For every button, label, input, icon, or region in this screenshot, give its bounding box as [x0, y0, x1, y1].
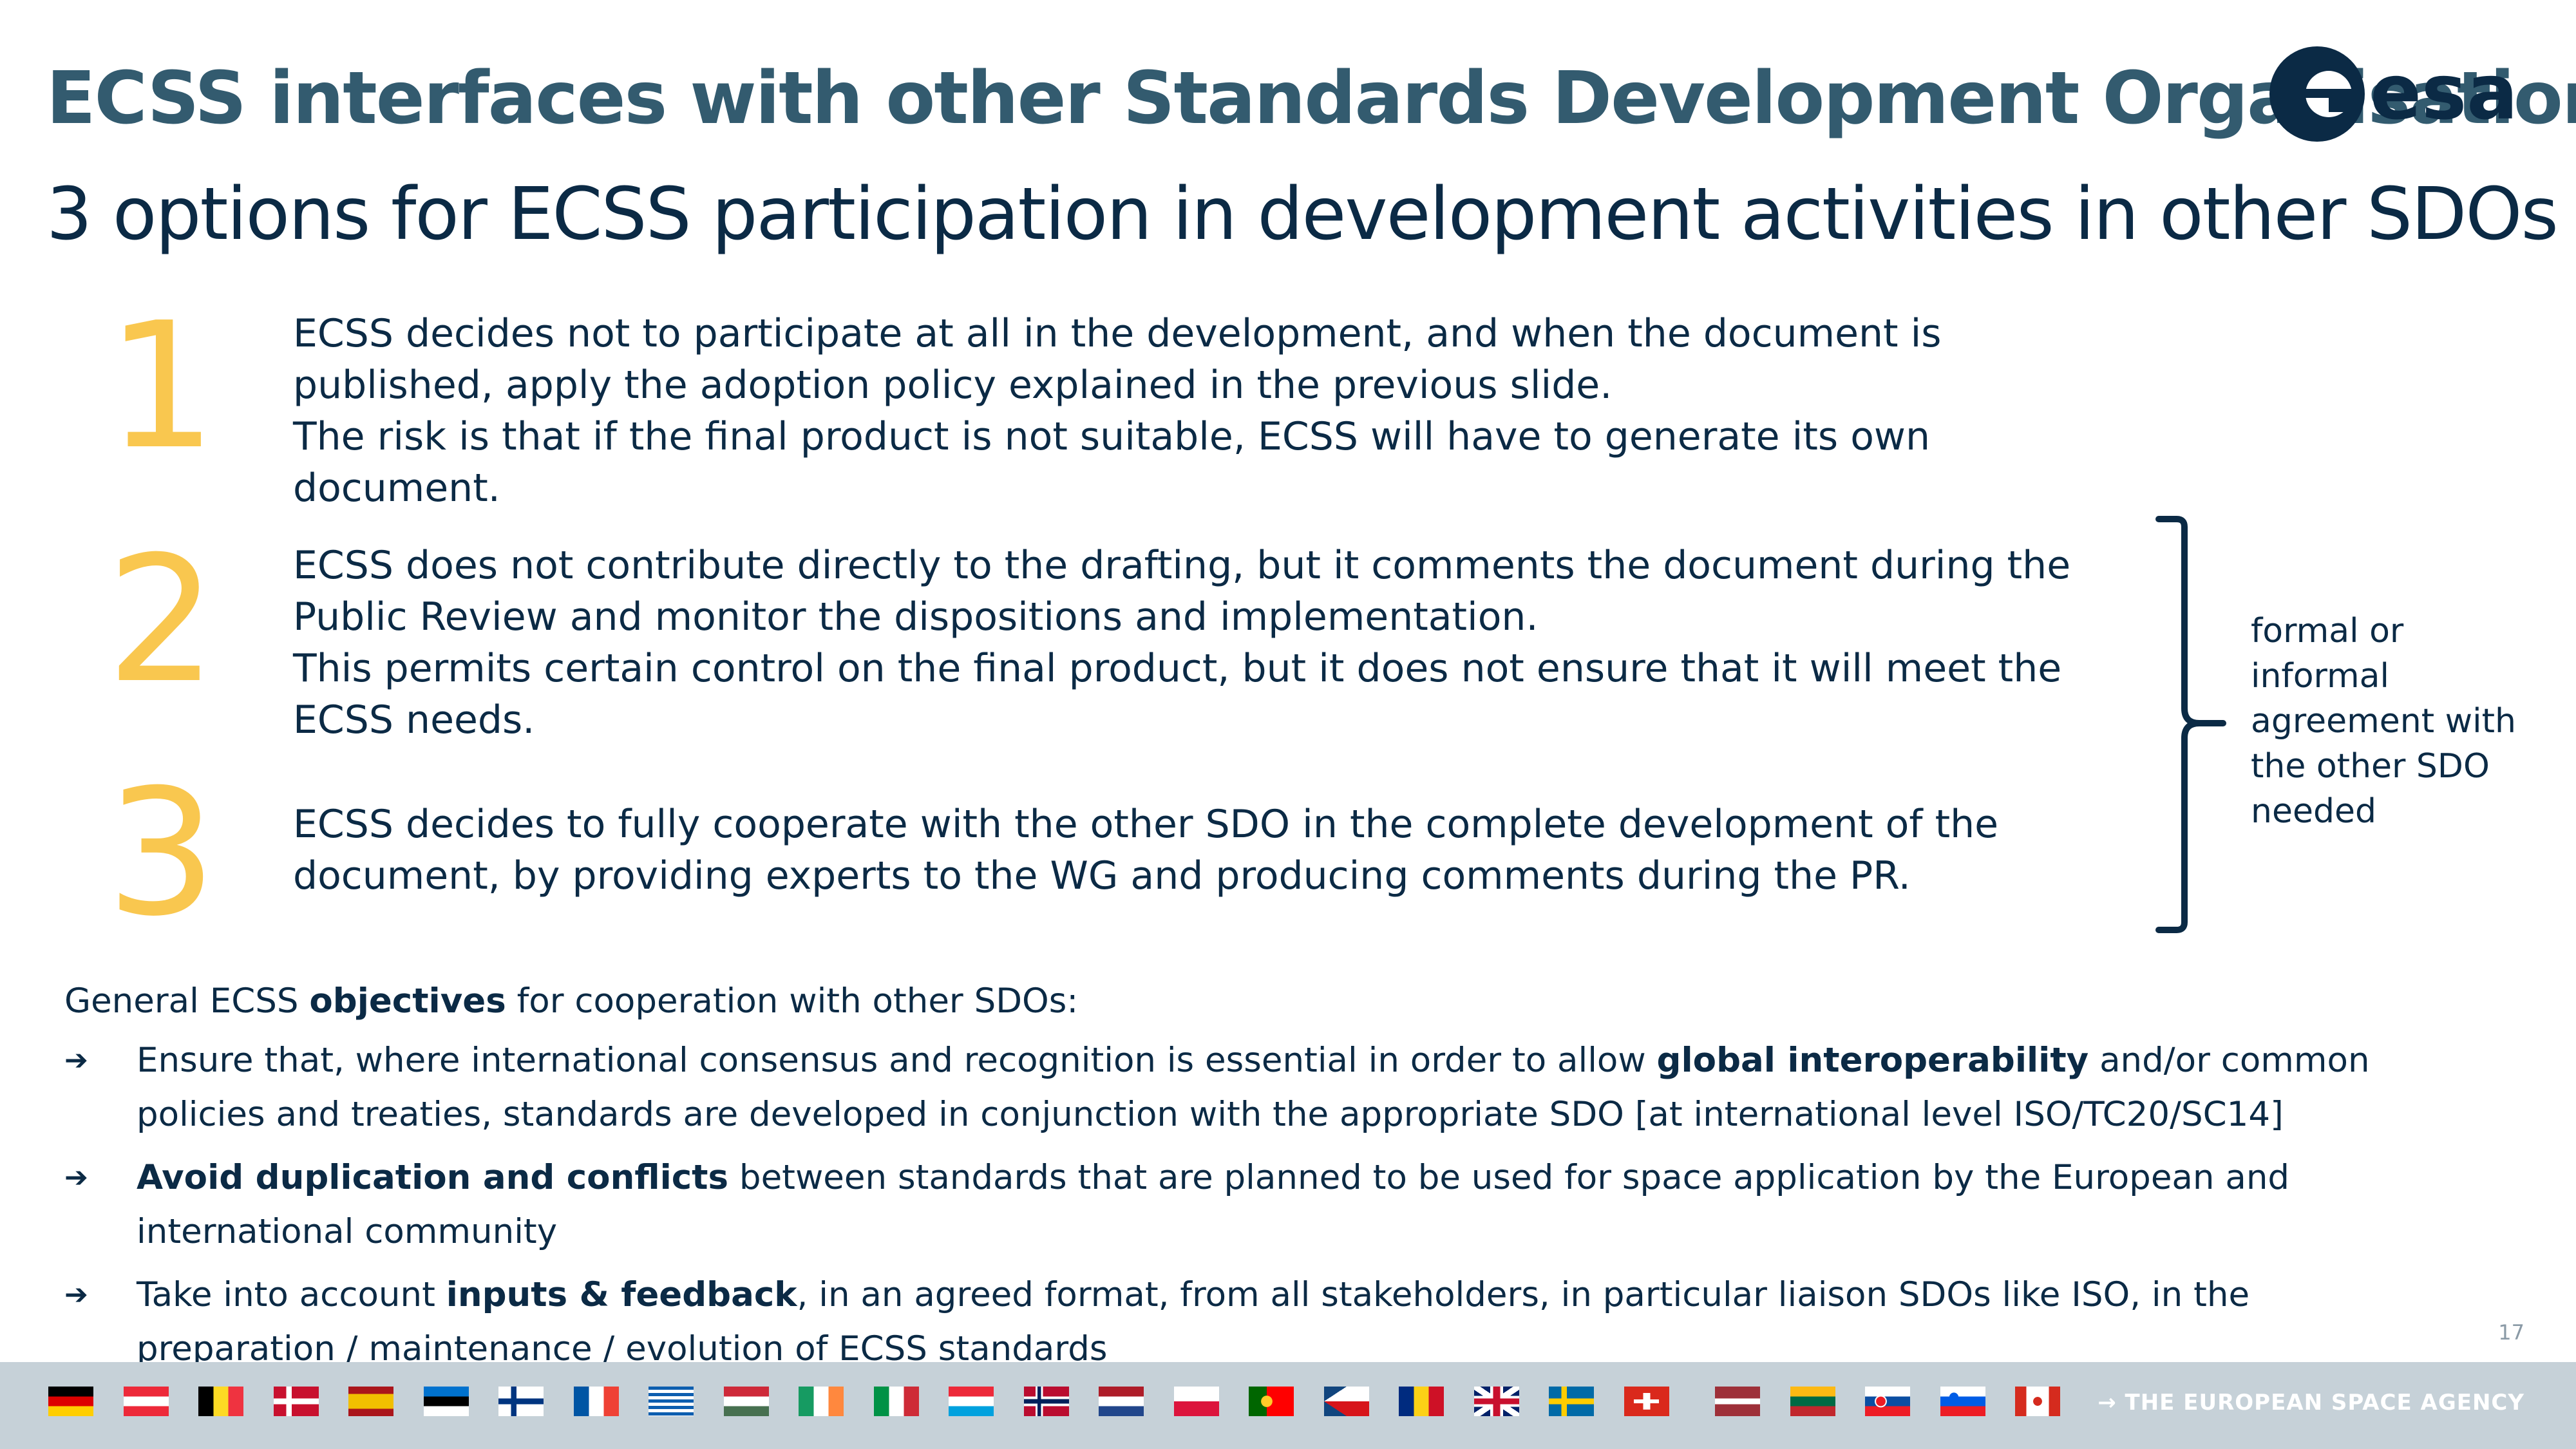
flag-denmark-icon: [274, 1387, 319, 1416]
objective-text-bold: global interoperability: [1656, 1041, 2089, 1080]
slide-title: ECSS interfaces with other Standards Dev…: [46, 57, 2576, 140]
flag-estonia-icon: [424, 1387, 469, 1416]
flag-czech-republic-icon: [1324, 1387, 1369, 1416]
option-1-line-2: The risk is that if the final product is…: [293, 414, 1931, 511]
flag-portugal-icon: [1249, 1387, 1294, 1416]
option-1-line-1: ECSS decides not to participate at all i…: [293, 311, 1942, 408]
flag-lithuania-icon: [1790, 1387, 1835, 1416]
arrow-icon: ➔: [64, 1161, 88, 1194]
option-number-2: 2: [106, 518, 217, 721]
flag-germany-icon: [48, 1387, 93, 1416]
flag-luxembourg-icon: [949, 1387, 994, 1416]
arrow-icon: ➔: [64, 1044, 88, 1077]
flag-austria-icon: [124, 1387, 169, 1416]
flag-greece-icon: [649, 1387, 694, 1416]
flag-norway-icon: [1024, 1387, 1069, 1416]
flag-slovenia-icon: [1940, 1387, 1985, 1416]
esa-logo: esa: [2269, 46, 2518, 142]
flag-belgium-icon: [198, 1387, 243, 1416]
objective-text-bold: Avoid duplication and conflicts: [137, 1158, 729, 1197]
objective-item: ➔ Avoid duplication and conflicts betwee…: [64, 1151, 2447, 1259]
curly-bracket: [2155, 516, 2226, 933]
arrow-icon: ➔: [64, 1278, 88, 1311]
objective-item: ➔ Ensure that, where international conse…: [64, 1034, 2447, 1142]
flag-france-icon: [574, 1387, 619, 1416]
objective-text-bold: inputs & feedback: [446, 1275, 797, 1314]
flag-finland-icon: [498, 1387, 544, 1416]
flag-latvia-icon: [1715, 1387, 1760, 1416]
flag-netherlands-icon: [1099, 1387, 1144, 1416]
footer-bar: → THE EUROPEAN SPACE AGENCY: [0, 1362, 2576, 1449]
option-text-3: ECSS decides to fully cooperate with the…: [293, 799, 2135, 902]
option-number-3: 3: [106, 752, 217, 954]
flag-slovakia-icon: [1865, 1387, 1910, 1416]
objectives-heading: General ECSS objectives for cooperation …: [64, 979, 1078, 1024]
objectives-list: ➔ Ensure that, where international conse…: [64, 1034, 2447, 1385]
objective-text-before: Ensure that, where international consens…: [137, 1041, 1657, 1080]
slide-subtitle: 3 options for ECSS participation in deve…: [46, 173, 2559, 256]
bracket-note: formal or informal agreement with the ot…: [2251, 612, 2516, 831]
flag-spain-icon: [348, 1387, 393, 1416]
flag-ireland-icon: [799, 1387, 844, 1416]
objectives-heading-bold: objectives: [309, 981, 506, 1021]
flag-canada-icon: [2015, 1387, 2060, 1416]
logo-text: esa: [2370, 48, 2518, 137]
option-text-2: ECSS does not contribute directly to the…: [293, 540, 2135, 746]
flag-romania-icon: [1399, 1387, 1444, 1416]
flag-united-kingdom-icon: [1474, 1387, 1519, 1416]
flag-poland-icon: [1174, 1387, 1219, 1416]
objectives-heading-suffix: for cooperation with other SDOs:: [506, 981, 1079, 1021]
flag-hungary-icon: [724, 1387, 769, 1416]
page-number: 17: [2498, 1320, 2524, 1345]
objective-item: ➔ Take into account inputs & feedback, i…: [64, 1268, 2447, 1376]
flag-italy-icon: [874, 1387, 919, 1416]
flag-switzerland-icon: [1624, 1387, 1669, 1416]
objectives-heading-prefix: General ECSS: [64, 981, 310, 1021]
flag-sweden-icon: [1549, 1387, 1594, 1416]
option-2-line-1: ECSS does not contribute directly to the…: [293, 543, 2071, 639]
option-3-line-1: ECSS decides to fully cooperate with the…: [293, 802, 1999, 898]
option-2-line-2: This permits certain control on the fina…: [293, 646, 2062, 743]
option-text-1: ECSS decides not to participate at all i…: [293, 308, 2135, 514]
objective-text-before: Take into account: [137, 1275, 446, 1314]
option-number-1: 1: [106, 285, 217, 488]
agency-tagline: → THE EUROPEAN SPACE AGENCY: [2098, 1390, 2524, 1416]
